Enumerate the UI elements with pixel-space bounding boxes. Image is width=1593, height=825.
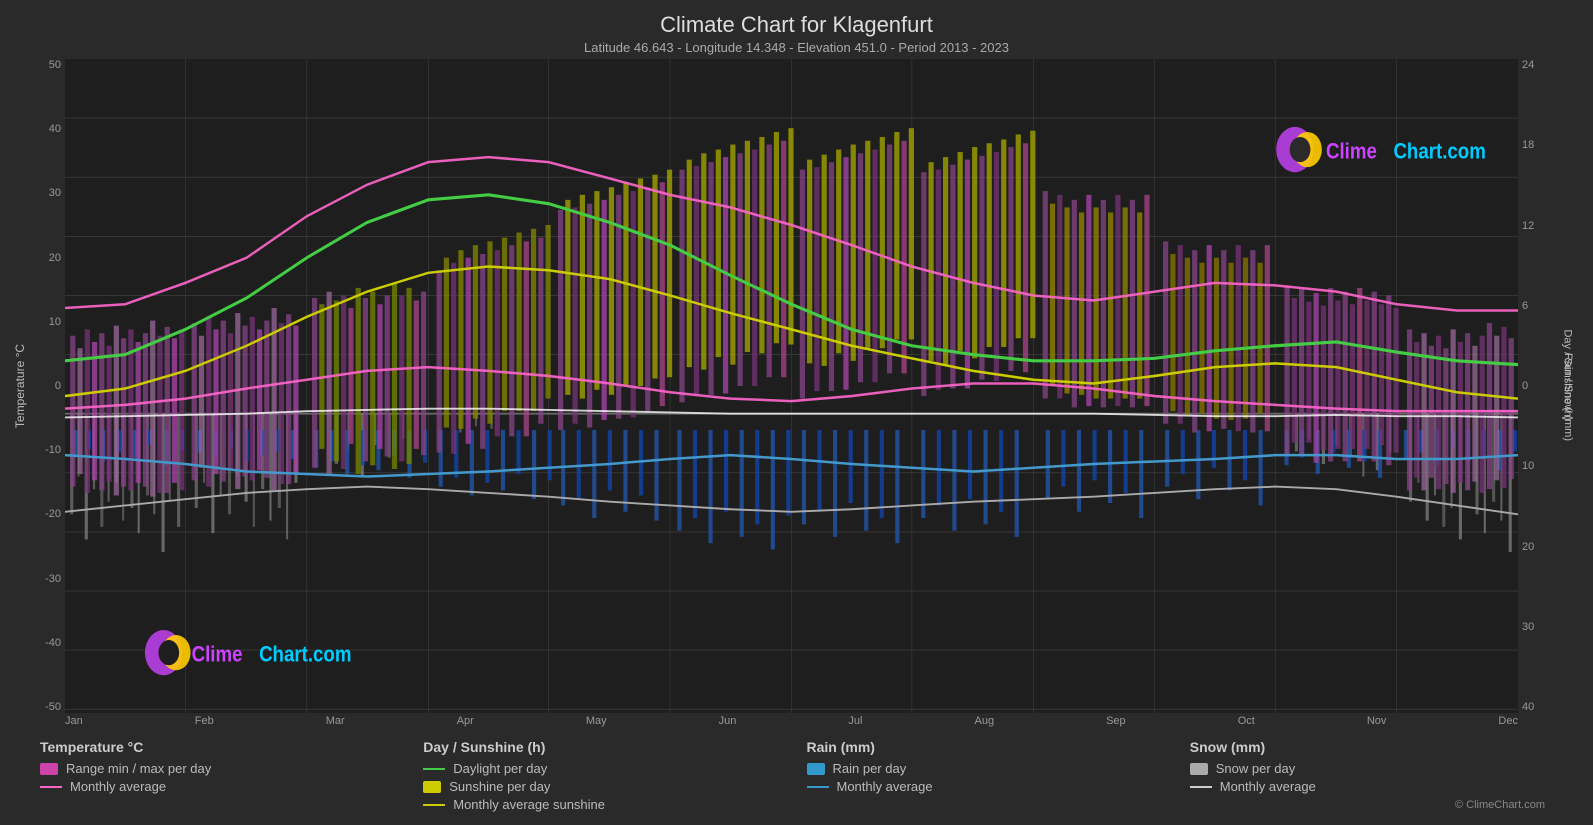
chart-subtitle: Latitude 46.643 - Longitude 14.348 - Ele… — [0, 40, 1593, 55]
month-sep: Sep — [1106, 715, 1126, 727]
legend-item-rain-avg: Monthly average — [807, 779, 1170, 794]
month-mar: Mar — [326, 715, 345, 727]
legend-col-snow: Snow (mm) Snow per day Monthly average ©… — [1190, 739, 1553, 815]
month-jul: Jul — [848, 715, 862, 727]
legend-item-daylight: Daylight per day — [423, 761, 786, 776]
svg-text:Clime: Clime — [1326, 139, 1377, 164]
month-jun: Jun — [719, 715, 737, 727]
legend-col-temperature: Temperature °C Range min / max per day M… — [40, 739, 403, 815]
legend-title-rain: Rain (mm) — [807, 739, 1170, 755]
legend-area: Temperature °C Range min / max per day M… — [0, 729, 1593, 825]
legend-item-temp-range: Range min / max per day — [40, 761, 403, 776]
svg-text:Chart.com: Chart.com — [1393, 139, 1485, 164]
legend-item-sunshine-per-day: Sunshine per day — [423, 779, 786, 794]
legend-item-snow-per-day: Snow per day — [1190, 761, 1553, 776]
month-feb: Feb — [195, 715, 214, 727]
main-container: Climate Chart for Klagenfurt Latitude 46… — [0, 0, 1593, 825]
full-chart-area: Temperature °C 50 40 30 20 10 0 -10 -20 … — [10, 59, 1583, 713]
legend-title-snow: Snow (mm) — [1190, 739, 1553, 755]
legend-line-daylight — [423, 768, 445, 770]
legend-item-temp-avg: Monthly average — [40, 779, 403, 794]
legend-line-snow-avg — [1190, 786, 1212, 788]
month-dec: Dec — [1498, 715, 1518, 727]
left-axis-ticks: 50 40 30 20 10 0 -10 -20 -30 -40 -50 — [30, 59, 65, 713]
legend-swatch-snow — [1190, 763, 1208, 775]
left-axis-container: Temperature °C 50 40 30 20 10 0 -10 -20 … — [10, 59, 65, 713]
legend-title-temperature: Temperature °C — [40, 739, 403, 755]
legend-line-rain-avg — [807, 786, 829, 788]
right-axis-labels: Day / Sunshine (h) Rain / Snow (mm) — [1553, 59, 1583, 713]
x-axis-months: Jan Feb Mar Apr May Jun Jul Aug Sep Oct … — [65, 713, 1518, 729]
copyright: © ClimeChart.com — [1455, 799, 1545, 811]
month-oct: Oct — [1238, 715, 1255, 727]
chart-title: Climate Chart for Klagenfurt — [0, 12, 1593, 38]
month-may: May — [586, 715, 607, 727]
left-axis-label: Temperature °C — [10, 59, 30, 713]
right-axis-sunshine-ticks: 24 18 12 6 0 10 20 30 40 — [1518, 59, 1553, 713]
legend-line-temp-avg — [40, 786, 62, 788]
legend-item-snow-avg: Monthly average — [1190, 779, 1553, 794]
legend-col-sunshine: Day / Sunshine (h) Daylight per day Suns… — [423, 739, 786, 815]
legend-swatch-rain — [807, 763, 825, 775]
chart-title-area: Climate Chart for Klagenfurt Latitude 46… — [0, 0, 1593, 59]
svg-text:Chart.com: Chart.com — [259, 642, 351, 667]
chart-svg: Clime Chart.com Clime Chart.com — [65, 59, 1518, 713]
legend-item-sunshine-avg: Monthly average sunshine — [423, 797, 786, 812]
chart-wrapper: Temperature °C 50 40 30 20 10 0 -10 -20 … — [10, 59, 1583, 729]
svg-text:Clime: Clime — [192, 642, 243, 667]
legend-line-sunshine-avg — [423, 804, 445, 806]
month-apr: Apr — [457, 715, 474, 727]
month-jan: Jan — [65, 715, 83, 727]
month-nov: Nov — [1367, 715, 1387, 727]
right-axis-container: 24 18 12 6 0 10 20 30 40 Day / Sunshine … — [1518, 59, 1583, 713]
legend-swatch-sunshine — [423, 781, 441, 793]
legend-col-rain: Rain (mm) Rain per day Monthly average — [807, 739, 1170, 815]
legend-swatch-temp-range — [40, 763, 58, 775]
legend-item-rain-per-day: Rain per day — [807, 761, 1170, 776]
month-aug: Aug — [975, 715, 995, 727]
legend-title-sunshine: Day / Sunshine (h) — [423, 739, 786, 755]
